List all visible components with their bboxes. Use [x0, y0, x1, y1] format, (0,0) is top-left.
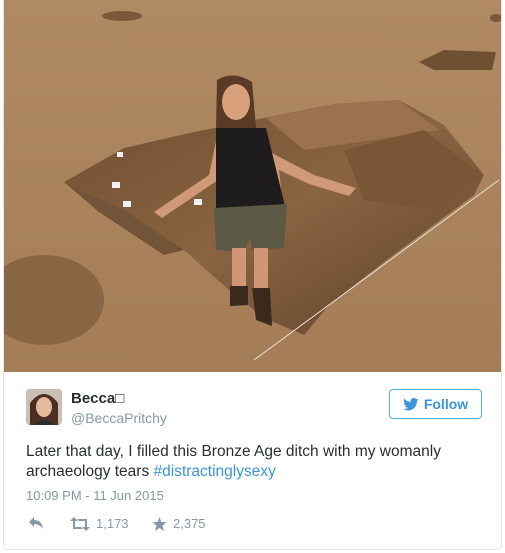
- follow-button[interactable]: Follow: [389, 389, 482, 419]
- star-icon: [152, 516, 167, 531]
- reply-icon: [29, 517, 43, 529]
- avatar[interactable]: [26, 389, 62, 425]
- excavation-photo: [4, 0, 501, 372]
- reply-button[interactable]: [28, 516, 44, 530]
- retweet-count: 1,173: [96, 516, 129, 531]
- follow-label: Follow: [423, 396, 469, 412]
- tweet-timestamp[interactable]: 10:09 PM - 11 Jun 2015: [26, 488, 164, 503]
- tweet-photo[interactable]: [4, 0, 501, 372]
- twitter-bird-icon: [402, 397, 419, 410]
- user-handle[interactable]: @BeccaPritchy: [71, 410, 167, 426]
- favorite-count: 2,375: [173, 516, 206, 531]
- display-name[interactable]: Becca□: [71, 390, 124, 407]
- hashtag-link[interactable]: #distractinglysexy: [154, 463, 276, 480]
- retweet-icon: [70, 516, 90, 531]
- tweet-card: Becca□ @BeccaPritchy Follow Later that d…: [3, 0, 502, 550]
- profile-photo-icon: [26, 389, 62, 425]
- retweet-button[interactable]: 1,173: [70, 516, 129, 531]
- tweet-text: Later that day, I filled this Bronze Age…: [26, 442, 486, 482]
- favorite-button[interactable]: 2,375: [152, 516, 206, 531]
